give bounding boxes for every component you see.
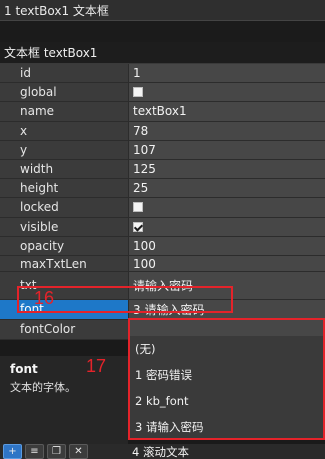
property-row-opacity[interactable]: opacity 100 [0,236,325,256]
description-text: 文本的字体。 [10,381,76,394]
page-title: 文本框 textBox1 [4,46,98,60]
annotation-number-16: 16 [34,288,55,308]
property-name: height [0,179,128,199]
visible-checkbox[interactable] [133,221,143,232]
dropdown-option[interactable]: 4 滚动文本 [128,444,189,459]
property-panel-header: 文本框 textBox1 [0,42,325,64]
property-name: name [0,102,128,122]
delete-icon[interactable]: ✕ [69,444,88,459]
property-name: global [0,83,128,103]
annotation-number-17: 17 [86,356,107,376]
property-value[interactable]: 78 [128,121,325,141]
property-value [128,83,325,103]
copy-icon[interactable]: ❐ [47,444,66,459]
property-name: locked [0,198,128,218]
property-value[interactable]: 1 [128,64,325,84]
description-panel: font 文本的字体。 [0,356,128,444]
property-value[interactable]: 107 [128,140,325,160]
property-row-x[interactable]: x 78 [0,121,325,141]
object-selector-label: 1 textBox1 文本框 [4,3,109,18]
list-icon[interactable]: ≡ [25,444,44,459]
property-name: maxTxtLen [0,255,128,272]
property-value[interactable]: 25 [128,179,325,199]
object-selector[interactable]: 1 textBox1 文本框 [0,0,325,21]
bottom-toolbar: + ≡ ❐ ✕ 4 滚动文本 [0,444,325,459]
add-icon[interactable]: + [3,444,22,459]
property-row-locked[interactable]: locked [0,198,325,218]
property-name: width [0,159,128,180]
property-row-name[interactable]: name textBox1 [0,102,325,122]
property-value [128,198,325,218]
property-name: fontColor [0,319,128,340]
property-value[interactable]: textBox1 [128,102,325,122]
property-value [128,217,325,237]
property-row-width[interactable]: width 125 [0,159,325,180]
locked-checkbox[interactable] [133,202,143,213]
property-value[interactable]: 125 [128,159,325,180]
property-row-id[interactable]: id 1 [0,64,325,84]
property-name: x [0,121,128,141]
selector-gap [0,21,325,42]
annotation-box-17 [128,318,325,440]
global-checkbox[interactable] [133,87,143,98]
property-value[interactable]: 100 [128,236,325,256]
property-name: opacity [0,236,128,256]
property-value[interactable]: 100 [128,255,325,272]
property-row-visible[interactable]: visible [0,217,325,237]
property-name: y [0,140,128,160]
property-name: id [0,64,128,84]
property-row-global[interactable]: global [0,83,325,103]
property-name: visible [0,217,128,237]
property-row-y[interactable]: y 107 [0,140,325,160]
property-row-maxtxtlen[interactable]: maxTxtLen 100 [0,255,325,272]
property-row-height[interactable]: height 25 [0,179,325,199]
